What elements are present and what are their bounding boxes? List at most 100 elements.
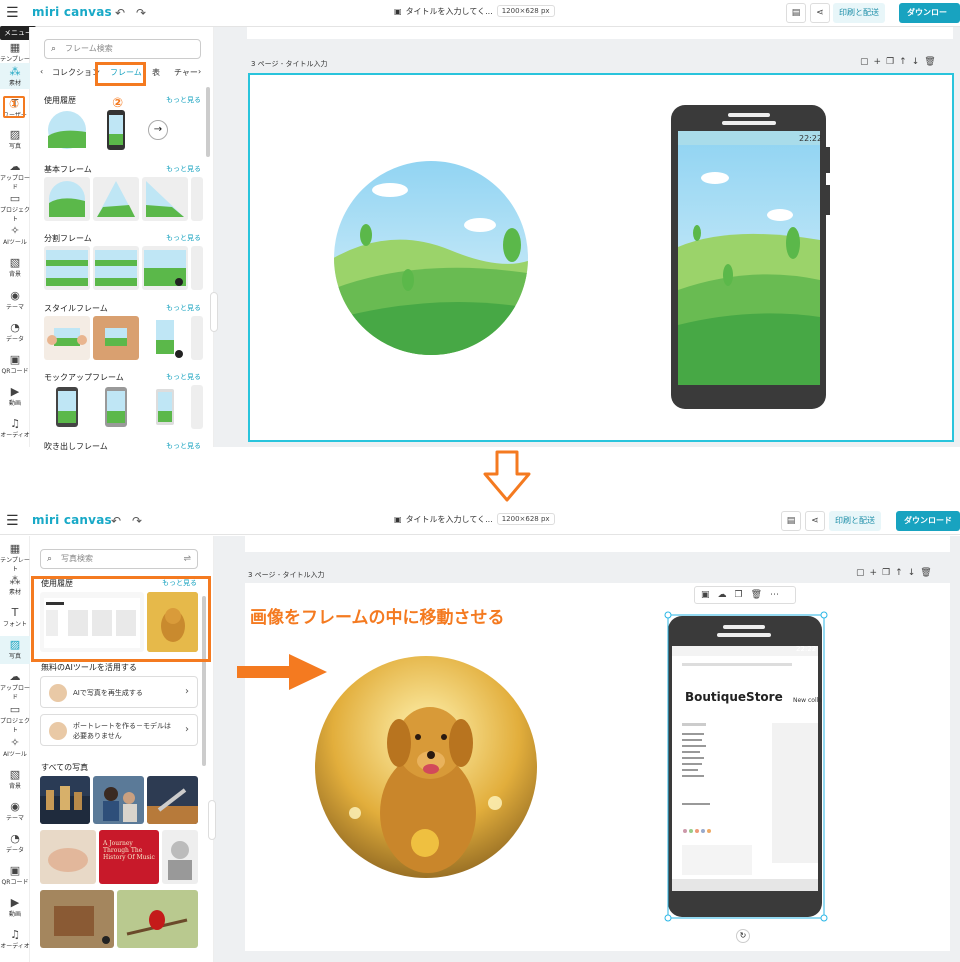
rail-item-video[interactable]: ▶ 動画 [0, 385, 30, 407]
up-icon[interactable]: ↑ [899, 57, 912, 67]
frame-thumb-phone[interactable] [93, 108, 139, 152]
more-icon[interactable]: ⋯ [770, 590, 787, 600]
arrow-right-icon[interactable]: → [148, 120, 168, 140]
frame-thumb-style[interactable] [142, 316, 188, 360]
add-icon[interactable]: + [874, 57, 887, 67]
hamburger-menu-icon[interactable]: ☰ [6, 5, 22, 21]
resize-handle[interactable] [820, 914, 828, 922]
title-box[interactable]: ▣ タイトルを入力してく... 1200×628 px [394, 5, 555, 17]
more-link[interactable]: もっと見る [166, 303, 201, 313]
ai-portrait-card[interactable]: ポートレートを作る－モデルは必要ありません › [40, 714, 198, 746]
photo-search-input[interactable]: ⌕ 写真検索 ⇌ [40, 549, 198, 569]
share-icon[interactable]: ⋖ [810, 3, 830, 23]
tab-chart[interactable]: チャー [174, 67, 198, 78]
frame-thumb-basic[interactable] [142, 177, 188, 221]
frame-thumb-split[interactable] [191, 246, 203, 290]
replace-image-icon[interactable]: ▣ [701, 590, 718, 600]
more-link[interactable]: もっと見る [166, 233, 201, 243]
photo-thumb-bird[interactable] [117, 890, 198, 948]
photo-thumb-people[interactable] [93, 776, 144, 824]
share-icon[interactable]: ⋖ [805, 511, 825, 531]
print-button[interactable]: 印刷と配送 [829, 511, 881, 531]
frame-thumb-basic[interactable] [93, 177, 139, 221]
duplicate-icon[interactable]: ❐ [886, 57, 899, 67]
frame-thumb-style[interactable] [93, 316, 139, 360]
frame-thumb-basic[interactable] [44, 177, 90, 221]
download-button[interactable]: ダウンロード [899, 3, 960, 37]
duplicate-icon[interactable]: ❐ [882, 568, 895, 578]
frame-thumb-style[interactable] [191, 316, 203, 360]
photo-thumb-book[interactable]: A Journey Through The History Of Music [99, 830, 159, 884]
save-icon[interactable]: ▤ [786, 3, 806, 23]
photo-thumb-hands[interactable] [40, 830, 96, 884]
rail-item-ai[interactable]: ✧ AIツール [0, 224, 30, 246]
design-page[interactable]: 22:22 [248, 73, 954, 442]
rail-item-data[interactable]: ◔ データ [0, 832, 30, 854]
rail-item-theme[interactable]: ◉ テーマ [0, 289, 30, 311]
more-link[interactable]: もっと見る [166, 95, 201, 105]
more-link[interactable]: もっと見る [166, 372, 201, 382]
rail-item-photo[interactable]: ▨ 写真 [0, 636, 30, 664]
rail-item-ai[interactable]: ✧ AIツール [0, 736, 30, 758]
frame-thumb-basic[interactable] [191, 177, 203, 221]
redo-icon[interactable]: ↷ [136, 6, 146, 20]
frame-thumb-mockup[interactable] [44, 385, 90, 429]
doc-title[interactable]: タイトルを入力してく... [406, 514, 493, 525]
frame-thumb-mockup[interactable] [142, 385, 188, 429]
rail-item-audio[interactable]: ♫ オーディオ [0, 928, 30, 950]
down-icon[interactable]: ↓ [908, 568, 921, 578]
frame-thumb-style[interactable] [44, 316, 90, 360]
rail-item-elements[interactable]: ⁂ 素材 [0, 63, 30, 89]
trash-icon[interactable]: 🗑 [751, 590, 770, 600]
save-icon[interactable]: ▤ [781, 511, 801, 531]
design-page[interactable]: BoutiqueStore New colle 22:22 [245, 583, 950, 951]
rail-item-template[interactable]: ▦テンプレート [0, 542, 30, 573]
frame-thumb-circle[interactable] [44, 108, 90, 152]
download-button[interactable]: ダウンロード [896, 511, 960, 531]
rail-item-qr[interactable]: ▣ QRコード [0, 353, 30, 375]
phone-frame-store[interactable] [668, 616, 822, 917]
photo-thumb-box[interactable] [40, 890, 114, 948]
undo-icon[interactable]: ↶ [115, 6, 125, 20]
rail-item-data[interactable]: ◔ データ [0, 321, 30, 343]
rail-item-qr[interactable]: ▣ QRコード [0, 864, 30, 886]
trash-icon[interactable]: 🗑 [920, 568, 936, 578]
undo-icon[interactable]: ↶ [111, 514, 121, 528]
frame-thumb-split[interactable] [93, 246, 139, 290]
tab-table[interactable]: 表 [152, 67, 160, 78]
add-icon[interactable]: + [870, 568, 883, 578]
rail-item-upload[interactable]: ☁ アップロード [0, 670, 30, 701]
title-box[interactable]: ▣ タイトルを入力してく... 1200×628 px [394, 513, 555, 525]
rail-item-audio[interactable]: ♫ オーディオ [0, 417, 30, 439]
more-link[interactable]: もっと見る [166, 441, 201, 451]
photo-thumb-portrait[interactable] [162, 830, 198, 884]
page-icon[interactable]: ▢ [860, 57, 874, 67]
resize-handle[interactable] [664, 611, 672, 619]
rail-item-background[interactable]: ▧ 背景 [0, 768, 30, 790]
trash-icon[interactable]: 🗑 [924, 57, 940, 67]
rotate-icon[interactable]: ↻ [736, 929, 750, 943]
rail-item-photo[interactable]: ▨ 写真 [0, 128, 30, 150]
frame-thumb-mockup[interactable] [93, 385, 139, 429]
tab-collection[interactable]: コレクション [52, 67, 100, 78]
ai-regenerate-card[interactable]: AIで写真を再生成する › [40, 676, 198, 708]
rail-item-theme[interactable]: ◉ テーマ [0, 800, 30, 822]
resize-handle[interactable] [820, 611, 828, 619]
size-selector[interactable]: 1200×628 px [496, 5, 555, 17]
photo-thumb-telescope[interactable] [147, 776, 198, 824]
frame-thumb-mockup[interactable] [191, 385, 203, 429]
rail-item-elements[interactable]: ⁂ 素材 [0, 574, 30, 596]
circle-frame[interactable] [330, 155, 540, 365]
up-icon[interactable]: ↑ [895, 568, 908, 578]
filter-icon[interactable]: ⇌ [183, 550, 191, 568]
panel-collapse-handle[interactable] [208, 800, 216, 840]
circle-frame-dog[interactable] [315, 656, 537, 878]
hamburger-menu-icon[interactable]: ☰ [6, 513, 22, 529]
down-icon[interactable]: ↓ [912, 57, 925, 67]
panel-scrollbar[interactable] [206, 87, 210, 157]
rail-item-project[interactable]: ▭ プロジェクト [0, 192, 30, 223]
rail-item-upload[interactable]: ☁ アップロード [0, 160, 30, 191]
panel-collapse-handle[interactable] [210, 292, 218, 332]
photo-thumb-city[interactable] [40, 776, 90, 824]
frame-thumb-split[interactable] [142, 246, 188, 290]
